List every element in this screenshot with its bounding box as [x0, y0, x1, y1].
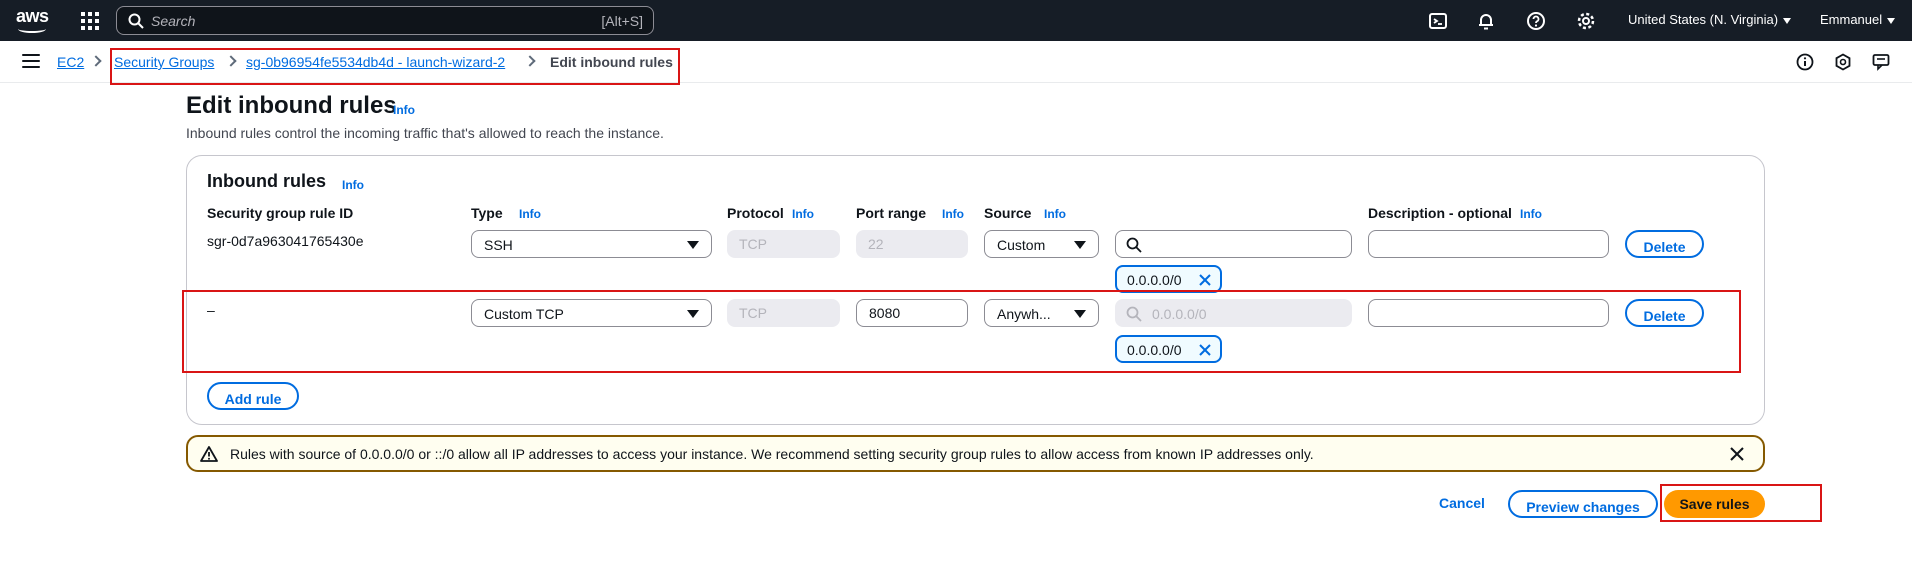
type-value-1: SSH: [484, 237, 513, 253]
search-icon: [1126, 237, 1142, 253]
feedback-icon[interactable]: [1872, 53, 1890, 71]
column-header-type: Type: [471, 205, 503, 221]
preview-changes-button[interactable]: Preview changes: [1508, 490, 1658, 518]
caret-down-icon: [687, 241, 699, 249]
cidr-token-value-1: 0.0.0.0/0: [1127, 272, 1182, 288]
breadcrumb-ec2[interactable]: EC2: [57, 54, 84, 70]
top-navigation: aws [Alt+S] United States (N. Virginia) …: [0, 0, 1912, 41]
search-shortcut: [Alt+S]: [601, 13, 643, 29]
search-input[interactable]: [151, 10, 551, 31]
add-rule-button[interactable]: Add rule: [207, 382, 299, 410]
services-grid-icon[interactable]: [81, 12, 99, 30]
cidr-token-1: 0.0.0.0/0: [1115, 265, 1222, 293]
column-header-port-range: Port range: [856, 205, 927, 221]
highlight-breadcrumb-box: [110, 48, 680, 85]
aws-logo[interactable]: aws: [16, 6, 50, 34]
region-label: United States (N. Virginia): [1628, 12, 1779, 27]
port-range-field-1: 22: [856, 230, 968, 258]
column-header-description: Description - optional: [1368, 205, 1512, 221]
source-info-link[interactable]: Info: [1044, 207, 1066, 221]
caret-down-icon: [1887, 17, 1896, 24]
account-menu[interactable]: Emmanuel: [1820, 12, 1896, 27]
notifications-bell-icon[interactable]: [1476, 11, 1496, 31]
column-header-protocol: Protocol: [727, 205, 784, 221]
type-select-1[interactable]: SSH: [471, 230, 712, 258]
description-info-link[interactable]: Info: [1520, 207, 1542, 221]
caret-down-icon: [1074, 241, 1086, 249]
page-title: Edit inbound rules: [186, 92, 397, 119]
cancel-button[interactable]: Cancel: [1439, 495, 1485, 511]
global-search[interactable]: [Alt+S]: [116, 6, 654, 35]
source-value-1: Custom: [997, 237, 1046, 253]
hamburger-menu-icon[interactable]: [22, 54, 40, 70]
protocol-field-1: TCP: [727, 230, 840, 258]
aws-logo-text: aws: [16, 6, 49, 26]
page-description: Inbound rules control the incoming traff…: [186, 125, 664, 141]
user-name: Emmanuel: [1820, 12, 1883, 27]
highlight-save-button-box: [1660, 484, 1822, 522]
type-info-link[interactable]: Info: [519, 207, 541, 221]
cloudshell-icon[interactable]: [1428, 11, 1448, 31]
help-icon[interactable]: [1526, 11, 1546, 31]
page-info-link[interactable]: Info: [393, 103, 415, 117]
chevron-right-icon: [90, 55, 102, 67]
warning-triangle-icon: [200, 446, 218, 462]
source-select-1[interactable]: Custom: [984, 230, 1099, 258]
info-circle-icon[interactable]: [1796, 53, 1814, 71]
column-header-source: Source: [984, 205, 1032, 221]
warning-message: Rules with source of 0.0.0.0/0 or ::/0 a…: [230, 446, 1314, 462]
cidr-search-1[interactable]: [1115, 230, 1352, 258]
column-header-rule-id: Security group rule ID: [207, 205, 354, 221]
search-icon: [128, 13, 144, 29]
rule-id-1: sgr-0d7a963041765430e: [207, 233, 364, 249]
protocol-info-link[interactable]: Info: [792, 207, 814, 221]
description-input-1[interactable]: [1368, 230, 1609, 258]
panel-info-link[interactable]: Info: [342, 178, 364, 192]
port-range-info-link[interactable]: Info: [942, 207, 964, 221]
delete-rule-button-1[interactable]: Delete: [1625, 230, 1704, 258]
aws-smile-icon: [18, 25, 46, 33]
settings-gear-icon[interactable]: [1576, 11, 1596, 31]
warning-alert: Rules with source of 0.0.0.0/0 or ::/0 a…: [186, 435, 1765, 472]
panel-title: Inbound rules: [207, 171, 326, 191]
remove-token-icon[interactable]: [1198, 273, 1212, 287]
highlight-new-rule-box: [182, 290, 1741, 373]
status-hexagon-icon[interactable]: [1834, 53, 1852, 71]
region-selector[interactable]: United States (N. Virginia): [1628, 12, 1792, 27]
close-icon[interactable]: [1729, 446, 1745, 462]
caret-down-icon: [1783, 17, 1792, 24]
